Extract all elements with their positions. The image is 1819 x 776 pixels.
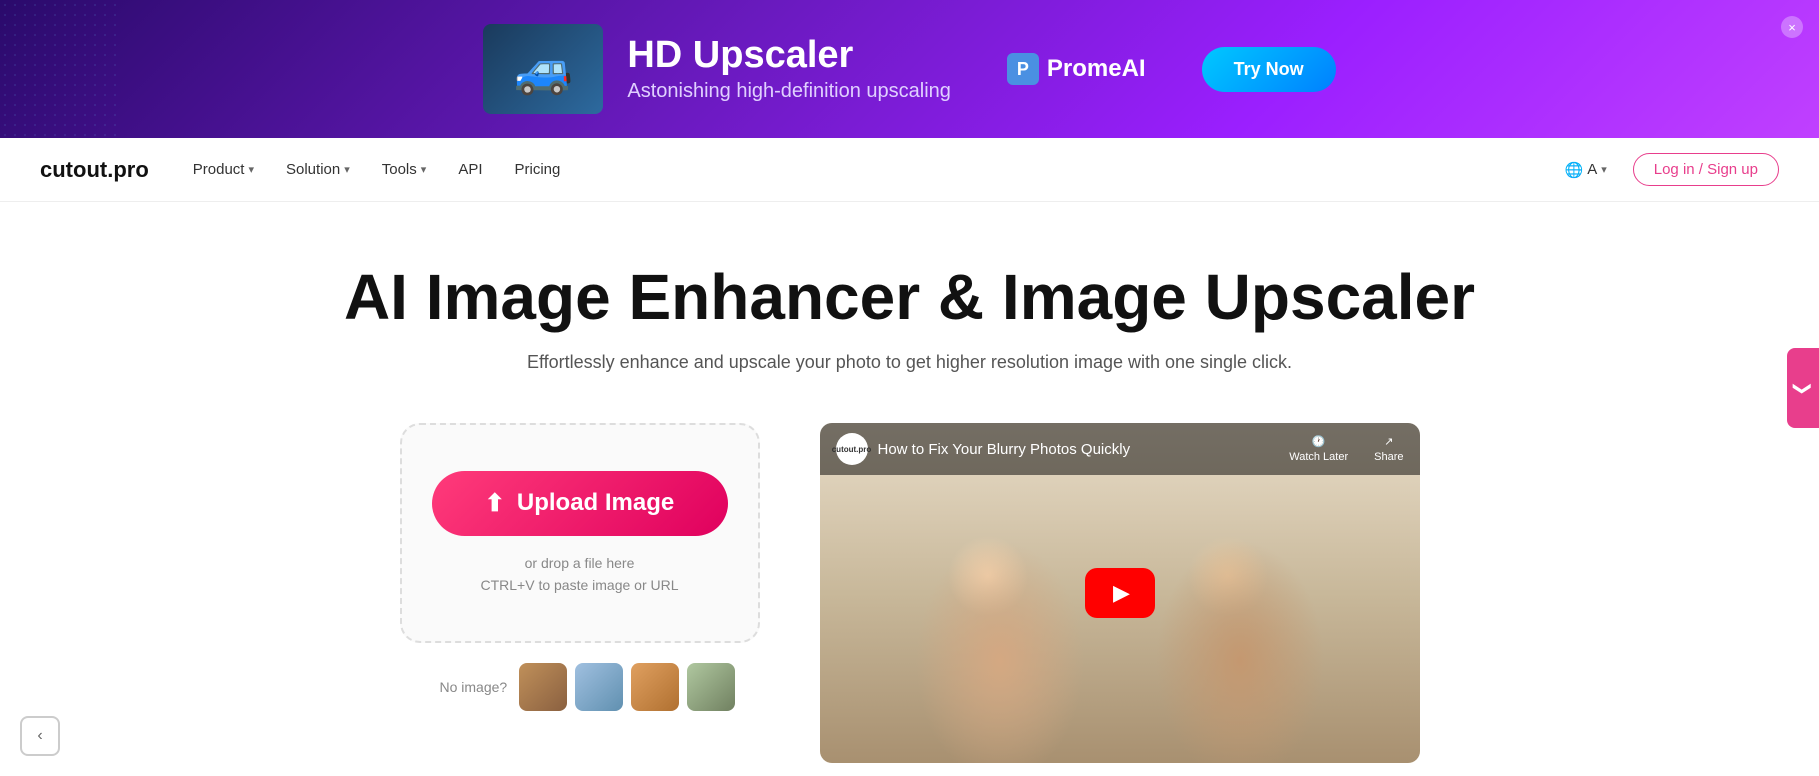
ad-title: HD Upscaler — [627, 35, 951, 77]
ad-brand: P PromeAI — [1007, 53, 1146, 85]
ad-brand-icon: P — [1007, 53, 1039, 85]
upload-image-button[interactable]: ⬆ Upload Image — [432, 471, 728, 536]
chevron-down-icon: ▾ — [344, 163, 350, 176]
scroll-icon: ❯ — [1793, 380, 1814, 395]
ad-content: HD Upscaler Astonishing high-definition … — [483, 24, 1335, 114]
video-play-button[interactable] — [1085, 568, 1155, 618]
chevron-down-icon: ▾ — [1601, 163, 1607, 176]
navbar: cutout.pro Product ▾ Solution ▾ Tools ▾ … — [0, 138, 1819, 202]
scroll-indicator[interactable]: ❯ — [1787, 348, 1819, 428]
video-channel-icon: cutout.pro — [836, 433, 868, 465]
upload-hint: or drop a file here CTRL+V to paste imag… — [480, 552, 678, 597]
upload-icon: ⬆ — [485, 489, 505, 518]
video-header: cutout.pro How to Fix Your Blurry Photos… — [820, 423, 1420, 475]
main-content: AI Image Enhancer & Image Upscaler Effor… — [310, 202, 1510, 763]
sample-image-1[interactable] — [519, 663, 567, 711]
watch-later-button[interactable]: 🕐 Watch Later — [1289, 435, 1348, 463]
logo[interactable]: cutout.pro — [40, 157, 149, 183]
sample-image-2[interactable] — [575, 663, 623, 711]
chevron-down-icon: ‹ — [37, 727, 42, 745]
nav-product[interactable]: Product ▾ — [181, 153, 266, 186]
nav-pricing[interactable]: Pricing — [503, 153, 573, 186]
share-icon: ↗ — [1384, 435, 1393, 448]
chevron-down-icon: ▾ — [421, 163, 427, 176]
ad-decorative-dots — [0, 0, 120, 138]
sample-image-3[interactable] — [631, 663, 679, 711]
nav-tools[interactable]: Tools ▾ — [370, 153, 439, 186]
ad-banner: HD Upscaler Astonishing high-definition … — [0, 0, 1819, 138]
page-subtitle: Effortlessly enhance and upscale your ph… — [330, 352, 1490, 373]
samples-row: No image? — [400, 663, 760, 711]
nav-solution[interactable]: Solution ▾ — [274, 153, 362, 186]
no-image-label: No image? — [440, 679, 508, 695]
content-row: ⬆ Upload Image or drop a file here CTRL+… — [330, 423, 1490, 763]
upload-box: ⬆ Upload Image or drop a file here CTRL+… — [400, 423, 760, 643]
clock-icon: 🕐 — [1312, 435, 1326, 448]
share-button[interactable]: ↗ Share — [1374, 435, 1403, 463]
ad-brand-name: PromeAI — [1047, 55, 1146, 83]
login-signup-button[interactable]: Log in / Sign up — [1633, 153, 1779, 186]
ad-subtitle: Astonishing high-definition upscaling — [627, 80, 951, 103]
translate-icon: 🌐 — [1565, 161, 1584, 179]
language-button[interactable]: 🌐 A ▾ — [1555, 155, 1617, 185]
video-title: How to Fix Your Blurry Photos Quickly — [878, 441, 1280, 458]
nav-api[interactable]: API — [446, 153, 494, 186]
upload-section: ⬆ Upload Image or drop a file here CTRL+… — [400, 423, 760, 711]
nav-links: Product ▾ Solution ▾ Tools ▾ API Pricing — [181, 153, 1523, 186]
sample-image-4[interactable] — [687, 663, 735, 711]
page-title: AI Image Enhancer & Image Upscaler — [330, 262, 1490, 332]
nav-right: 🌐 A ▾ Log in / Sign up — [1555, 153, 1779, 186]
chevron-down-icon: ▾ — [248, 163, 254, 176]
bottom-scroll-button[interactable]: ‹ — [20, 716, 60, 756]
ad-try-button[interactable]: Try Now — [1202, 47, 1336, 92]
video-thumbnail[interactable]: cutout.pro How to Fix Your Blurry Photos… — [820, 423, 1420, 763]
ad-close-button[interactable]: × — [1781, 16, 1803, 38]
ad-car-image — [483, 24, 603, 114]
ad-text: HD Upscaler Astonishing high-definition … — [627, 35, 951, 104]
